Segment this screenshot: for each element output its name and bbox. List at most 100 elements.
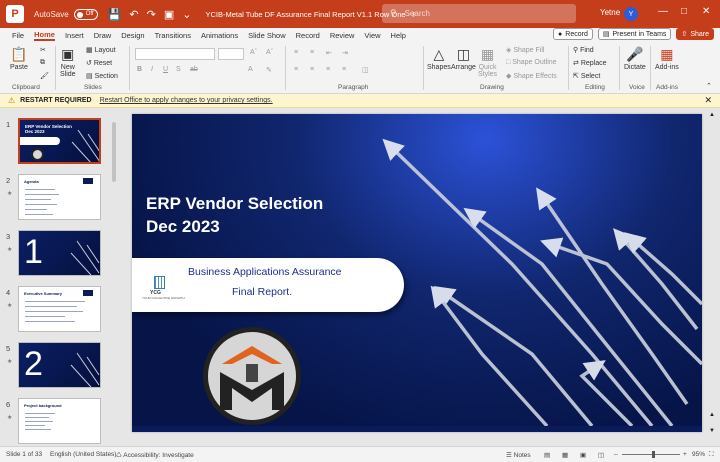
user-name[interactable]: Yetne [600, 8, 620, 17]
align-left-icon[interactable]: ≡ [294, 66, 298, 73]
slide-canvas[interactable]: ERP Vendor Selection Dec 2023 YCG YOUR C… [132, 114, 702, 432]
add-ins-button[interactable]: ▦ Add-ins [655, 46, 679, 71]
tab-insert[interactable]: Insert [65, 31, 84, 40]
shape-effects-button[interactable]: ◆ Shape Effects [506, 72, 557, 80]
quick-styles-button[interactable]: ▦ Quick Styles [478, 46, 497, 78]
subtitle-callout[interactable]: YCG YOUR COLLECTIVE GROWTH Business Appl… [132, 258, 404, 312]
customize-toolbar-icon[interactable]: ⌄ [182, 8, 191, 21]
present-in-teams-button[interactable]: ▤ Present in Teams [597, 28, 672, 40]
search-input[interactable]: ⚲ Search [382, 4, 576, 23]
zoom-in-icon[interactable]: + [683, 451, 687, 458]
fit-to-window-icon[interactable]: ⛶ [709, 451, 714, 459]
zoom-level[interactable]: 95% [692, 451, 705, 458]
tab-draw[interactable]: Draw [94, 31, 112, 40]
increase-font-icon[interactable]: Aˆ [250, 49, 257, 56]
tab-view[interactable]: View [364, 31, 380, 40]
copy-icon[interactable]: ⧉ [40, 59, 45, 67]
slide-counter: Slide 1 of 33 [6, 451, 43, 458]
thumbnail-text-line [25, 311, 83, 312]
increase-indent-icon[interactable]: ⇥ [342, 49, 348, 57]
find-button[interactable]: ⚲ Find [573, 46, 594, 54]
underline-icon[interactable]: U [163, 66, 168, 73]
scrollbar-thumb[interactable] [112, 122, 116, 182]
select-button[interactable]: ⇱ Select [573, 72, 600, 80]
close-notification-icon[interactable]: ✕ [704, 95, 712, 106]
redo-icon[interactable]: ↷ [147, 8, 156, 21]
tab-slide-show[interactable]: Slide Show [248, 31, 286, 40]
thumbnail-slide-1[interactable]: 1 ERP Vendor Selection Dec 2023 [4, 116, 104, 164]
autosave-toggle[interactable]: Off [73, 8, 98, 20]
font-size-select[interactable] [218, 48, 244, 60]
shape-outline-button[interactable]: □ Shape Outline [506, 59, 557, 66]
zoom-out-icon[interactable]: – [614, 451, 618, 458]
tab-help[interactable]: Help [391, 31, 406, 40]
next-slide-icon[interactable]: ▼ [709, 428, 715, 434]
font-color-icon[interactable]: A [248, 66, 253, 73]
language-status[interactable]: English (United States) [50, 451, 116, 458]
arrange-icon: ◫ [456, 46, 471, 62]
align-center-icon[interactable]: ≡ [310, 66, 314, 73]
minimize-icon[interactable]: — [658, 6, 668, 17]
format-painter-icon[interactable]: 🖌 [40, 72, 49, 80]
align-right-icon[interactable]: ≡ [326, 66, 330, 73]
arrange-button[interactable]: ◫ Arrange [451, 46, 476, 71]
present-from-beginning-icon[interactable]: ▣ [164, 8, 174, 21]
record-button[interactable]: ● Record [553, 28, 593, 40]
italic-icon[interactable]: I [151, 66, 153, 73]
strikethrough-icon[interactable]: ab [190, 66, 198, 73]
slide-title[interactable]: ERP Vendor Selection Dec 2023 [146, 192, 323, 238]
tab-animations[interactable]: Animations [201, 31, 238, 40]
font-family-select[interactable] [135, 48, 215, 60]
restart-link[interactable]: Restart Office to apply changes to your … [100, 97, 273, 104]
collapse-ribbon-icon[interactable]: ⌃ [706, 82, 712, 90]
tab-file[interactable]: File [12, 31, 24, 40]
share-button[interactable]: ⇧ Share [676, 28, 714, 40]
maximize-icon[interactable]: □ [681, 6, 687, 17]
shape-fill-button[interactable]: ◈ Shape Fill [506, 46, 544, 54]
thumbnail-slide-4[interactable]: 4 ★ Executive Summary [4, 284, 104, 332]
bold-icon[interactable]: B [137, 66, 142, 73]
dictate-button[interactable]: 🎤 Dictate [624, 46, 646, 71]
highlight-icon[interactable]: ✎ [266, 66, 272, 74]
slide-sorter-icon[interactable]: ▦ [562, 451, 568, 459]
notes-button[interactable]: ☰ Notes [506, 451, 531, 459]
thumbnail-scrollbar[interactable] [112, 112, 117, 442]
slide-scrollbar[interactable]: ▲ ▲ ▼ [709, 112, 715, 442]
avatar[interactable]: Y [624, 7, 638, 21]
decrease-font-icon[interactable]: Aˇ [266, 49, 273, 56]
justify-icon[interactable]: ≡ [342, 66, 346, 73]
tab-design[interactable]: Design [121, 31, 144, 40]
close-icon[interactable]: ✕ [702, 6, 710, 17]
tab-transitions[interactable]: Transitions [155, 31, 191, 40]
scroll-up-icon[interactable]: ▲ [709, 112, 715, 118]
shadow-icon[interactable]: S [176, 66, 181, 73]
numbering-icon[interactable]: ≡ [310, 49, 314, 56]
zoom-slider-handle[interactable] [652, 451, 655, 458]
undo-icon[interactable]: ↶ [129, 8, 138, 21]
layout-button[interactable]: ▦ Layout [86, 46, 116, 54]
paste-button[interactable]: 📋 Paste [10, 46, 28, 71]
tab-review[interactable]: Review [330, 31, 355, 40]
reset-button[interactable]: ↺ Reset [86, 59, 112, 67]
section-button[interactable]: ▤ Section [86, 72, 118, 80]
bullets-icon[interactable]: ≡ [294, 49, 298, 56]
tab-record[interactable]: Record [296, 31, 320, 40]
tab-home[interactable]: Home [34, 30, 55, 41]
decrease-indent-icon[interactable]: ⇤ [326, 49, 332, 57]
reading-view-icon[interactable]: ▣ [580, 451, 586, 459]
zoom-slider[interactable] [622, 454, 680, 455]
replace-button[interactable]: ⇄ Replace [573, 59, 607, 67]
thumbnail-slide-2[interactable]: 2 ★ Agenda [4, 172, 104, 220]
accessibility-status[interactable]: ♺ Accessibility: Investigate [116, 451, 194, 459]
columns-icon[interactable]: ◫ [362, 66, 369, 74]
slide-show-icon[interactable]: ◫ [598, 451, 604, 459]
cut-icon[interactable]: ✂ [40, 46, 46, 54]
normal-view-icon[interactable]: ▤ [544, 451, 550, 459]
thumbnail-slide-3[interactable]: 3 ★ 1 [4, 228, 104, 276]
thumbnail-slide-6[interactable]: 6 ★ Project background [4, 396, 104, 444]
save-icon[interactable]: 💾 [108, 8, 122, 21]
thumbnail-slide-5[interactable]: 5 ★ 2 [4, 340, 104, 388]
shapes-button[interactable]: △ Shapes [427, 46, 451, 71]
previous-slide-icon[interactable]: ▲ [709, 412, 715, 418]
new-slide-button[interactable]: ▣ New Slide [60, 46, 76, 78]
